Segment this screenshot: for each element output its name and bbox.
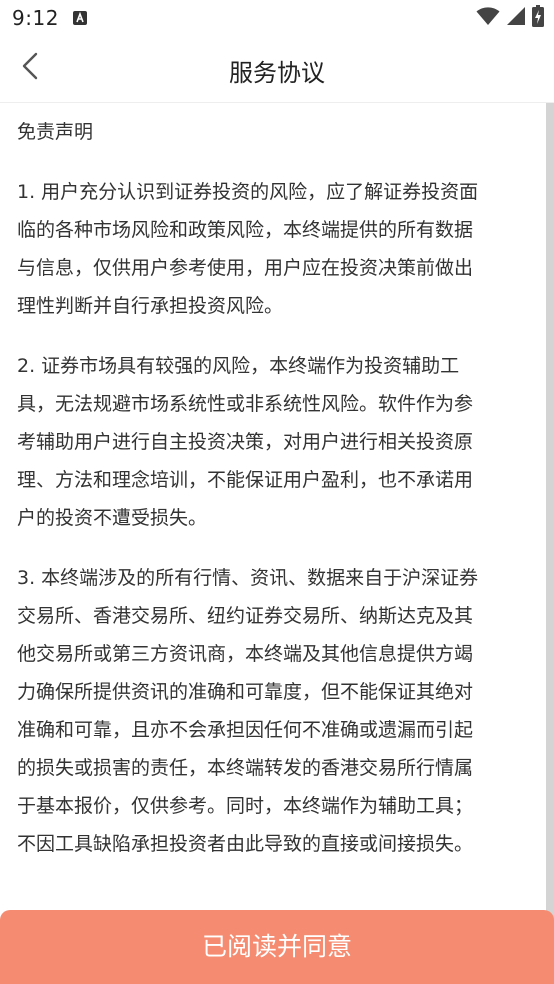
- status-time: 9:12: [12, 6, 59, 30]
- status-icons: [476, 5, 544, 31]
- scrollbar-thumb[interactable]: [546, 103, 554, 923]
- page-title: 服务协议: [229, 59, 325, 87]
- paragraph-line: 具，无法规避市场系统性或非系统性风险。软件作为参: [17, 393, 474, 415]
- paragraph-line: 准确和可靠，且亦不会承担因任何不准确或遗漏而引起: [17, 719, 474, 741]
- paragraph-line: 1. 用户充分认识到证券投资的风险，应了解证券投资面: [17, 181, 479, 203]
- agreement-document: 免责声明 1. 用户充分认识到证券投资的风险，应了解证券投资面 临的各种市场风险…: [0, 103, 554, 859]
- a-box-icon: [72, 10, 88, 26]
- paragraph-line: 他交易所或第三方资讯商，本终端及其他信息提供方竭: [17, 643, 474, 665]
- wifi-icon: [476, 6, 500, 30]
- paragraph-line: 与信息，仅供用户参考使用，用户应在投资决策前做出: [17, 257, 474, 279]
- status-bar: 9:12: [0, 0, 554, 36]
- paragraph-2: 2. 证券市场具有较强的风险，本终端作为投资辅助工 具，无法规避市场系统性或非系…: [17, 351, 532, 533]
- paragraph-line: 的损失或损害的责任，本终端转发的香港交易所行情属: [17, 757, 474, 779]
- paragraph-line: 不因工具缺陷承担投资者由此导致的直接或间接损失。: [17, 833, 474, 855]
- paragraph-line: 理性判断并自行承担投资风险。: [17, 295, 284, 317]
- screen: 9:12 服务协议 免责声明 1. 用户充分认识到证券投资的风险，应了解证券投资…: [0, 0, 554, 984]
- paragraph-line: 3. 本终端涉及的所有行情、资讯、数据来自于沪深证券: [17, 567, 479, 589]
- paragraph-line: 临的各种市场风险和政策风险，本终端提供的所有数据: [17, 219, 474, 241]
- nav-bar: 服务协议: [0, 36, 554, 103]
- agree-button[interactable]: 已阅读并同意: [0, 910, 554, 984]
- paragraph-line: 于基本报价，仅供参考。同时，本终端作为辅助工具；: [17, 795, 474, 817]
- paragraph-1: 1. 用户充分认识到证券投资的风险，应了解证券投资面 临的各种市场风险和政策风险…: [17, 177, 532, 321]
- paragraph-line: 交易所、香港交易所、纽约证券交易所、纳斯达克及其: [17, 605, 474, 627]
- paragraph-line: 户的投资不遭受损失。: [17, 507, 208, 529]
- paragraph-line: 考辅助用户进行自主投资决策，对用户进行相关投资原: [17, 431, 474, 453]
- signal-icon: [506, 6, 526, 30]
- agreement-content[interactable]: 免责声明 1. 用户充分认识到证券投资的风险，应了解证券投资面 临的各种市场风险…: [0, 103, 554, 984]
- scrollbar-track[interactable]: [546, 103, 554, 984]
- paragraph-line: 2. 证券市场具有较强的风险，本终端作为投资辅助工: [17, 355, 460, 377]
- battery-charging-icon: [532, 5, 544, 31]
- paragraph-line: 理、方法和理念培训，不能保证用户盈利，也不承诺用: [17, 469, 474, 491]
- paragraph-line: 力确保所提供资讯的准确和可靠度，但不能保证其绝对: [17, 681, 474, 703]
- document-heading: 免责声明: [17, 121, 94, 143]
- paragraph-3: 3. 本终端涉及的所有行情、资讯、数据来自于沪深证券 交易所、香港交易所、纽约证…: [17, 563, 532, 859]
